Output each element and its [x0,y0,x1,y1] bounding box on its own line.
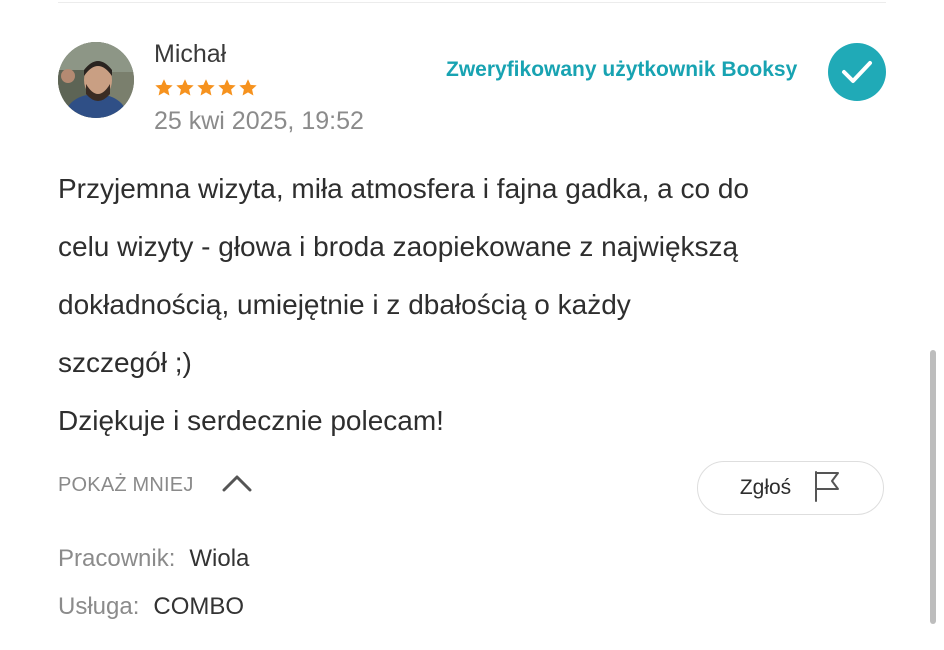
show-less-button[interactable]: POKAŻ MNIEJ [58,474,252,497]
avatar [58,42,134,118]
review-text-line: dokładnością, umiejętnie i z dbałością o… [58,289,631,320]
star-icon [155,79,173,96]
chevron-up-icon [222,474,252,497]
top-divider [58,2,886,3]
report-button[interactable]: Zgłoś [697,461,884,515]
employee-key: Pracownik: [58,545,176,572]
service-row: Usługa: COMBO [58,593,244,621]
reviewer-name: Michał [154,40,227,68]
review-text: Przyjemna wizyta, miła atmosfera i fajna… [58,160,898,450]
employee-value: Wiola [189,545,250,572]
star-icon [218,79,236,96]
review-text-line: Dziękuje i serdecznie polecam! [58,405,444,436]
report-label: Zgłoś [739,476,792,499]
flag-icon [813,469,841,508]
star-icon [239,79,257,96]
service-key: Usługa: [58,593,140,620]
service-value: COMBO [153,593,245,620]
review-text-line: szczegół ;) [58,347,192,378]
scrollbar[interactable] [930,350,936,624]
star-icon [197,79,215,96]
review-date: 25 kwi 2025, 19:52 [154,107,364,135]
show-less-label: POKAŻ MNIEJ [58,474,194,496]
verified-user-label: Zweryfikowany użytkownik Booksy [446,58,798,81]
star-rating [154,78,258,102]
employee-row: Pracownik: Wiola [58,545,249,573]
review-text-line: Przyjemna wizyta, miła atmosfera i fajna… [58,173,749,204]
check-circle-icon [828,43,886,101]
star-icon [176,79,194,96]
review-text-line: celu wizyty - głowa i broda zaopiekowane… [58,231,739,262]
